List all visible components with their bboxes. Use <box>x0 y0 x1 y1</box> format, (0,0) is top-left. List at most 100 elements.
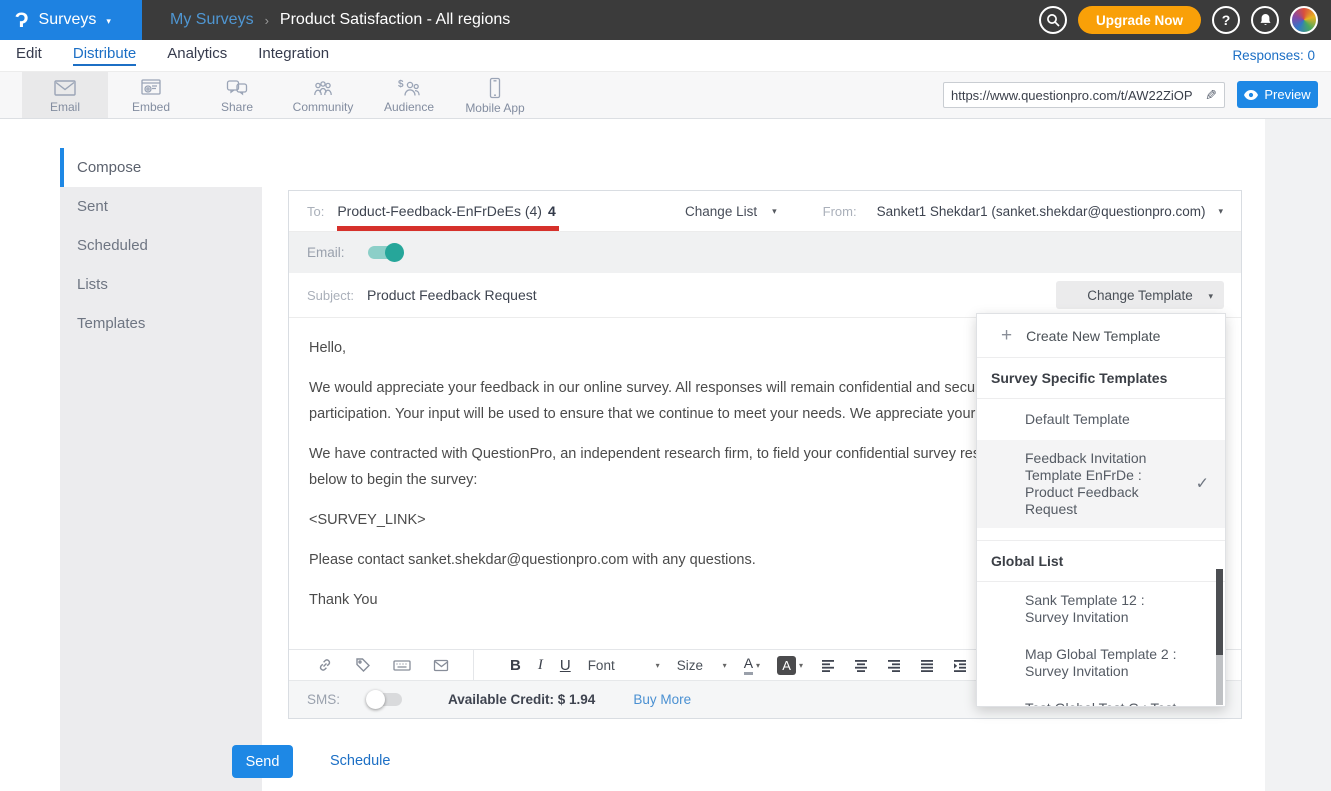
menu-scrollbar-thumb[interactable] <box>1216 569 1223 655</box>
subject-input-value[interactable]: Product Feedback Request <box>367 287 537 303</box>
recipient-count: 4 <box>548 203 556 219</box>
product-menu-label: Surveys <box>39 11 97 29</box>
channel-mobile-app[interactable]: Mobile App <box>452 72 538 118</box>
chevron-down-icon: ▾ <box>772 206 777 217</box>
keyboard-button[interactable] <box>392 656 412 674</box>
sidebar-item-lists[interactable]: Lists <box>60 265 262 304</box>
align-left-icon <box>820 657 836 673</box>
page-background <box>1265 119 1331 791</box>
align-justify-button[interactable] <box>919 657 935 673</box>
toggle-knob <box>366 690 385 709</box>
distribute-channel-bar: Email Embed Share Community $ Audience M… <box>0 72 1331 119</box>
tab-edit[interactable]: Edit <box>16 45 42 66</box>
sidebar-item-sent[interactable]: Sent <box>60 187 262 226</box>
channel-label: Community <box>293 100 354 114</box>
send-button[interactable]: Send <box>232 745 293 778</box>
survey-url-input[interactable] <box>944 88 1198 103</box>
align-justify-icon <box>919 657 935 673</box>
channel-share[interactable]: Share <box>194 72 280 118</box>
menu-item-map-global-template-2[interactable]: Map Global Template 2 : Survey Invitatio… <box>977 636 1225 690</box>
align-left-button[interactable] <box>820 657 836 673</box>
create-new-template-label: Create New Template <box>1026 328 1160 344</box>
selected-template-label: Feedback Invitation Template EnFrDe : Pr… <box>1025 450 1146 517</box>
sidebar-item-label: Scheduled <box>77 237 148 254</box>
recipient-list-name: Product-Feedback-EnFrDeEs (4) <box>337 203 542 219</box>
tab-distribute[interactable]: Distribute <box>73 45 136 66</box>
eye-icon <box>1244 90 1258 100</box>
surveys-product-menu[interactable]: Ɂ Surveys ▾ <box>0 0 142 40</box>
email-sidebar: Compose Sent Scheduled Lists Templates <box>60 148 262 791</box>
menu-item-feedback-invitation-template[interactable]: Feedback Invitation Template EnFrDe : Pr… <box>977 440 1225 528</box>
italic-button[interactable]: I <box>538 658 543 673</box>
bold-button[interactable]: B <box>510 658 521 673</box>
email-toggle[interactable] <box>368 246 402 259</box>
mail-icon <box>432 656 450 674</box>
channel-label: Mobile App <box>465 101 524 115</box>
schedule-link[interactable]: Schedule <box>330 753 390 769</box>
align-center-icon <box>853 657 869 673</box>
sidebar-item-compose[interactable]: Compose <box>60 148 262 187</box>
search-icon <box>1046 13 1060 27</box>
plus-icon: + <box>1001 326 1012 345</box>
align-center-button[interactable] <box>853 657 869 673</box>
upgrade-now-button[interactable]: Upgrade Now <box>1078 6 1201 34</box>
link-icon <box>316 656 334 674</box>
recipient-list[interactable]: Product-Feedback-EnFrDeEs (4) 4 <box>337 191 555 231</box>
channel-community[interactable]: Community <box>280 72 366 118</box>
sidebar-item-templates[interactable]: Templates <box>60 304 262 343</box>
indent-button[interactable] <box>952 657 968 673</box>
indent-icon <box>952 657 968 673</box>
chevron-down-icon: ▾ <box>1208 291 1213 302</box>
change-template-label: Change Template <box>1087 288 1193 303</box>
change-list-dropdown[interactable]: Change List ▾ <box>685 204 777 219</box>
menu-item-sank-template-12[interactable]: Sank Template 12 : Survey Invitation <box>977 582 1225 636</box>
email-template-button[interactable] <box>432 656 450 674</box>
merge-tag-button[interactable] <box>354 656 372 674</box>
email-toggle-label: Email: <box>307 245 353 260</box>
tab-integration[interactable]: Integration <box>258 45 329 66</box>
font-family-select[interactable]: Font ▾ <box>588 658 660 673</box>
menu-scrollbar-track[interactable] <box>1216 655 1223 705</box>
insert-link-button[interactable] <box>316 656 334 674</box>
change-template-menu: + Create New Template Survey Specific Te… <box>976 313 1226 707</box>
from-dropdown[interactable]: From: Sanket1 Shekdar1 (sanket.shekdar@q… <box>823 204 1223 219</box>
edit-url-pencil-icon[interactable]: ✎ <box>1198 87 1224 104</box>
font-size-select[interactable]: Size ▾ <box>677 658 727 673</box>
sms-toggle[interactable] <box>368 693 402 706</box>
text-color-button[interactable]: A ▾ <box>744 655 760 675</box>
channel-label: Audience <box>384 100 434 114</box>
search-button[interactable] <box>1039 6 1067 34</box>
change-list-label: Change List <box>685 204 757 219</box>
channel-embed[interactable]: Embed <box>108 72 194 118</box>
email-envelope-icon <box>52 77 78 99</box>
change-template-button[interactable]: Change Template ▾ <box>1056 281 1224 309</box>
notifications-button[interactable] <box>1251 6 1279 34</box>
align-right-button[interactable] <box>886 657 902 673</box>
tab-analytics[interactable]: Analytics <box>167 45 227 66</box>
breadcrumb-my-surveys[interactable]: My Surveys <box>170 11 254 29</box>
create-new-template-item[interactable]: + Create New Template <box>977 314 1225 358</box>
channel-email[interactable]: Email <box>22 72 108 118</box>
global-template-list: Sank Template 12 : Survey Invitation Map… <box>977 582 1225 707</box>
channel-label: Share <box>221 100 253 114</box>
responses-count[interactable]: Responses: 0 <box>1232 48 1331 63</box>
sidebar-item-scheduled[interactable]: Scheduled <box>60 226 262 265</box>
channel-audience[interactable]: $ Audience <box>366 72 452 118</box>
help-button[interactable]: ? <box>1212 6 1240 34</box>
buy-more-link[interactable]: Buy More <box>633 692 691 707</box>
menu-item-default-template[interactable]: Default Template <box>977 399 1225 440</box>
account-avatar[interactable] <box>1290 6 1318 34</box>
questionpro-distribute-screen: Ɂ Surveys ▾ My Surveys › Product Satisfa… <box>0 0 1331 791</box>
preview-label: Preview <box>1264 87 1310 102</box>
highlight-color-button[interactable]: A ▾ <box>777 656 803 675</box>
top-bar-actions: Upgrade Now ? <box>1039 6 1331 34</box>
menu-item-test-global-test-g[interactable]: Test Global Test G : Test PAA G <box>977 690 1225 707</box>
merge-tools-group <box>289 650 474 680</box>
format-tools-group: B I U Font ▾ Size ▾ A ▾ <box>474 655 968 675</box>
check-icon: ✓ <box>1196 476 1209 493</box>
from-label: From: <box>823 204 857 219</box>
preview-button[interactable]: Preview <box>1237 81 1318 108</box>
underline-button[interactable]: U <box>560 658 571 673</box>
sidebar-item-label: Templates <box>77 315 145 332</box>
text-color-icon: A <box>744 655 753 675</box>
